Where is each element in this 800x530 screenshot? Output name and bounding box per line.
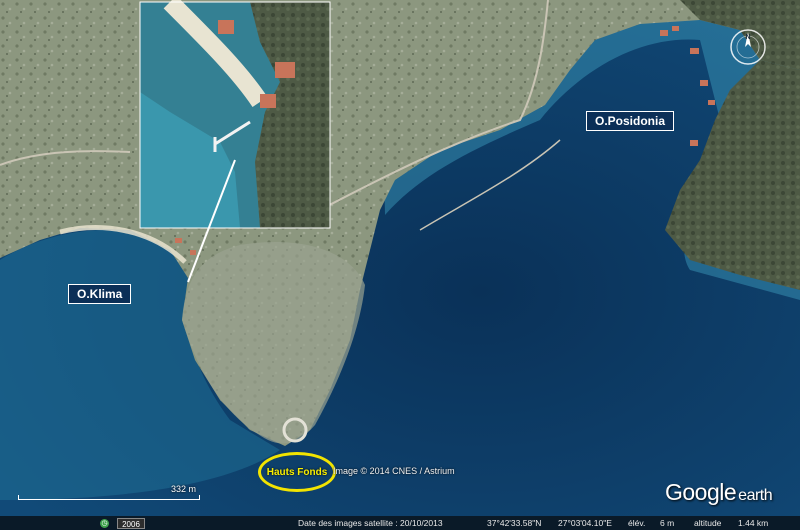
imagery-credit: Image © 2014 CNES / Astrium	[333, 466, 455, 476]
logo-google: Google	[665, 479, 737, 505]
scale-bar-line	[18, 495, 200, 500]
imagery-date: Date des images satellite : 20/10/2013	[298, 518, 443, 528]
latitude-readout: 37°42'33.58"N	[487, 518, 542, 528]
scale-bar: 332 m	[18, 484, 200, 500]
altitude-value: 1.44 km	[738, 518, 769, 528]
compass-icon[interactable]: N	[727, 26, 769, 68]
altitude-label: altitude	[694, 518, 722, 528]
scale-label: 332 m	[171, 484, 196, 494]
place-label-shoals[interactable]: Hauts Fonds	[258, 452, 336, 492]
place-label-posidonia[interactable]: O.Posidonia	[586, 111, 675, 131]
map-imagery	[0, 0, 800, 530]
satellite-map[interactable]: O.Klima O.Posidonia Hauts Fonds Image © …	[0, 0, 800, 530]
shoals-text: Hauts Fonds	[266, 466, 328, 478]
elevation-value: 6 m	[660, 518, 675, 528]
inset-zoom	[139, 0, 331, 229]
historical-imagery-year[interactable]: 2006	[117, 518, 145, 529]
place-label-klima[interactable]: O.Klima	[68, 284, 132, 304]
scale-value: 332	[170, 484, 186, 494]
scale-unit: m	[188, 484, 197, 494]
google-earth-logo: Google earth	[665, 479, 773, 506]
compass-north: N	[745, 34, 750, 41]
longitude-readout: 27°03'04.10"E	[558, 518, 612, 528]
logo-earth: earth	[738, 487, 773, 504]
elevation-label: élév.	[628, 518, 646, 528]
historical-imagery-icon[interactable]: ◷	[100, 519, 109, 528]
